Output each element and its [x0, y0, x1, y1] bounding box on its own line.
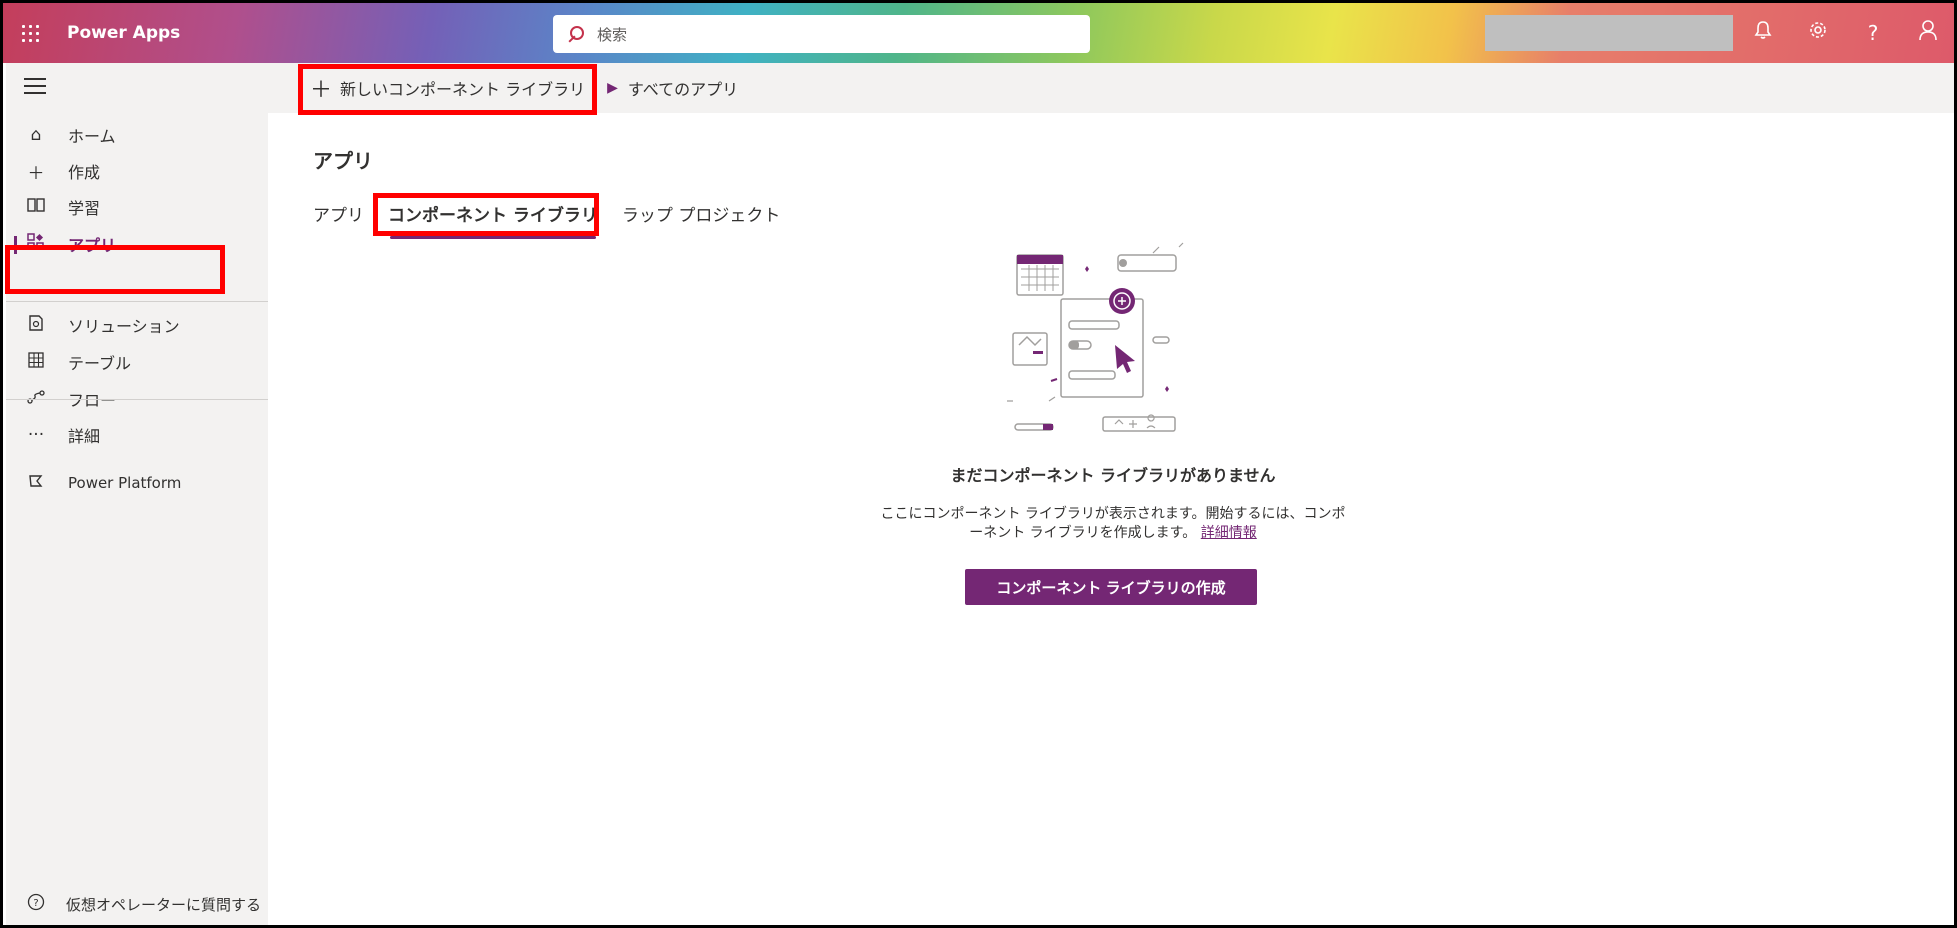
- power-platform-icon: [24, 473, 48, 493]
- highlight-apps-nav: [5, 245, 225, 294]
- all-apps-label: すべてのアプリ: [627, 80, 739, 99]
- nav-item-tables[interactable]: テーブル: [6, 342, 268, 382]
- solution-icon: [24, 314, 48, 337]
- chat-help-icon: ?: [24, 893, 48, 915]
- empty-state-illustration: [1007, 242, 1184, 432]
- gear-icon[interactable]: [1805, 19, 1831, 47]
- nav-item-label: ホーム: [68, 127, 116, 146]
- search-box[interactable]: 検索: [553, 15, 1090, 53]
- nav-divider: [6, 399, 268, 400]
- environment-selector[interactable]: [1485, 15, 1733, 51]
- search-icon: [567, 25, 585, 43]
- top-bar: Power Apps 検索 ?: [3, 3, 1954, 63]
- empty-state-description: ここにコンポーネント ライブラリが表示されます。開始するには、コンポ ーネント …: [873, 505, 1353, 543]
- left-nav: ⌂ ホーム ＋ 作成 学習 アプリ ソリューション テーブル フロー ··· 詳…: [6, 63, 268, 925]
- tab-apps[interactable]: アプリ: [313, 201, 364, 235]
- bell-icon[interactable]: [1750, 19, 1776, 47]
- highlight-new-library: [298, 64, 597, 115]
- account-icon[interactable]: [1915, 19, 1941, 47]
- nav-item-label: 学習: [68, 199, 101, 218]
- create-component-library-button[interactable]: コンポーネント ライブラリの作成: [965, 569, 1257, 605]
- nav-item-home[interactable]: ⌂ ホーム: [6, 115, 268, 155]
- app-title[interactable]: Power Apps: [67, 23, 180, 43]
- learn-more-link[interactable]: 詳細情報: [1201, 525, 1257, 541]
- all-apps-button[interactable]: ▶ すべてのアプリ: [607, 63, 738, 113]
- svg-text:?: ?: [33, 898, 38, 909]
- book-icon: [24, 197, 48, 218]
- empty-state-desc-line2: ーネント ライブラリを作成します。: [969, 525, 1197, 541]
- nav-item-create[interactable]: ＋ 作成: [6, 151, 268, 191]
- app-frame: Power Apps 検索 ? ⌂ ホーム ＋ 作成 学習 アプリ ソリューショ…: [0, 0, 1957, 928]
- page-title: アプリ: [313, 149, 373, 173]
- table-icon: [24, 351, 48, 373]
- help-icon[interactable]: ?: [1860, 19, 1886, 47]
- highlight-component-tab: [373, 193, 599, 236]
- tab-wrap-projects[interactable]: ラップ プロジェクト: [622, 201, 780, 235]
- nav-item-label: 作成: [68, 163, 101, 182]
- nav-item-label: ソリューション: [68, 317, 180, 336]
- play-arrow-icon: ▶: [607, 80, 618, 96]
- empty-state-desc-line1: ここにコンポーネント ライブラリが表示されます。開始するには、コンポ: [880, 506, 1346, 522]
- nav-divider: [6, 301, 268, 302]
- more-icon: ···: [27, 425, 45, 445]
- search-placeholder: 検索: [597, 25, 628, 44]
- virtual-agent-button[interactable]: ? 仮想オペレーターに質問する: [6, 889, 268, 919]
- nav-item-more[interactable]: ··· 詳細: [6, 415, 268, 455]
- waffle-icon[interactable]: [3, 3, 57, 63]
- nav-item-learn[interactable]: 学習: [6, 187, 268, 227]
- home-icon: ⌂: [30, 125, 42, 145]
- nav-item-power-platform[interactable]: Power Platform: [6, 463, 268, 503]
- hamburger-icon[interactable]: [24, 78, 46, 96]
- plus-icon: ＋: [27, 163, 45, 184]
- nav-item-label: 詳細: [68, 427, 101, 446]
- nav-item-label: Power Platform: [68, 474, 182, 492]
- empty-state-title: まだコンポーネント ライブラリがありません: [950, 466, 1276, 485]
- nav-item-label: テーブル: [68, 354, 132, 373]
- nav-item-solutions[interactable]: ソリューション: [6, 305, 268, 345]
- virtual-agent-label: 仮想オペレーターに質問する: [66, 895, 262, 914]
